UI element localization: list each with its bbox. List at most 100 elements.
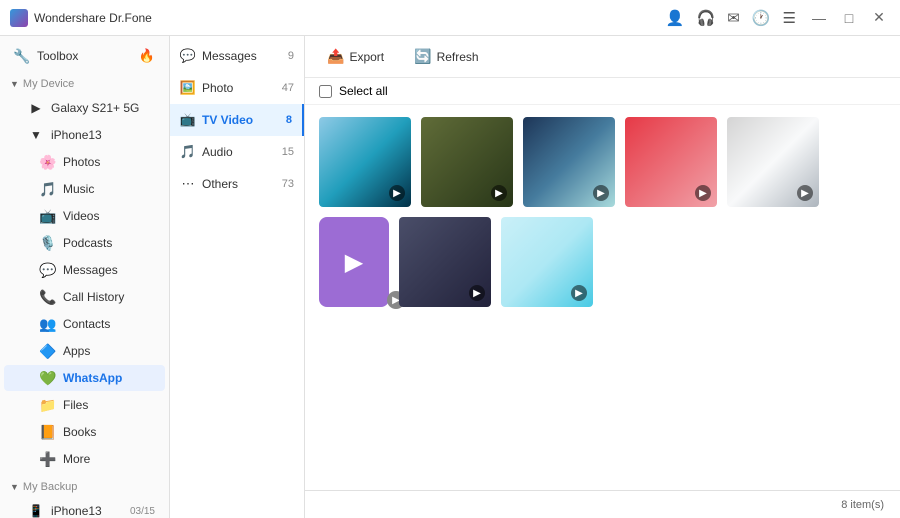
mid-count-photo: 47 [282,82,294,94]
sidebar-label-call-history: Call History [63,290,124,304]
sidebar-item-books[interactable]: 📙 Books [4,419,165,445]
mid-panel: 💬 Messages 9 🖼️ Photo 47 📺 TV Video 8 🎵 … [170,36,305,518]
sidebar-label-videos: Videos [63,209,99,223]
sidebar-item-galaxy[interactable]: ▶ Galaxy S21+ 5G [4,95,165,121]
history-icon[interactable]: 🕐 [752,9,771,27]
sidebar-section-my-device[interactable]: ▼ My Device [0,70,169,94]
video-thumb-8[interactable]: ▶ [501,217,593,307]
minimize-button[interactable]: — [808,7,830,29]
mid-count-messages: 9 [288,50,294,62]
sidebar-item-call-history[interactable]: 📞 Call History [4,284,165,310]
select-all-checkbox[interactable] [319,85,332,98]
mid-item-photo[interactable]: 🖼️ Photo 47 [170,72,304,104]
books-icon: 📙 [40,424,56,440]
apps-icon: 🔷 [40,343,56,359]
sidebar-item-files[interactable]: 📁 Files [4,392,165,418]
export-button[interactable]: 📤 Export [319,44,392,69]
video-thumb-7[interactable]: ▶ [399,217,491,307]
sidebar-label-files: Files [63,398,88,412]
sidebar-item-contacts[interactable]: 👥 Contacts [4,311,165,337]
sidebar-label-my-device: My Device [23,78,74,90]
sidebar-item-toolbox[interactable]: 🔧 Toolbox 🔥 [4,43,165,69]
contacts-icon: 👥 [40,316,56,332]
mid-item-messages[interactable]: 💬 Messages 9 [170,40,304,72]
play-icon-5: ▶ [797,185,813,201]
mid-count-others: 73 [282,178,294,190]
sidebar-item-music[interactable]: 🎵 Music [4,176,165,202]
sidebar: 🔧 Toolbox 🔥 ▼ My Device ▶ Galaxy S21+ 5G… [0,36,170,518]
sidebar-item-apps[interactable]: 🔷 Apps [4,338,165,364]
backup-arrow-icon: ▼ [10,482,19,492]
window-controls: — □ ✕ [808,7,890,29]
play-icon-8: ▶ [571,285,587,301]
play-icon-4: ▶ [695,185,711,201]
refresh-label: Refresh [437,50,479,64]
video-placeholder[interactable]: ▶ [319,217,389,307]
play-icon-3: ▶ [593,185,609,201]
sidebar-item-whatsapp[interactable]: 💚 WhatsApp [4,365,165,391]
main-layout: 🔧 Toolbox 🔥 ▼ My Device ▶ Galaxy S21+ 5G… [0,36,900,518]
sidebar-label-my-backup: My Backup [23,481,77,493]
app-logo [10,9,28,27]
flame-icon: 🔥 [139,48,155,64]
video-thumb-2[interactable]: ▶ [421,117,513,207]
toolbox-icon: 🔧 [14,48,30,64]
sidebar-item-photos[interactable]: 🌸 Photos [4,149,165,175]
sidebar-label-toolbox: Toolbox [37,49,78,63]
video-grid: ▶ ▶ ▶ ▶ ▶ ▶ ▶ ▶ [305,105,900,490]
refresh-button[interactable]: 🔄 Refresh [406,44,486,69]
videos-icon: 📺 [40,208,56,224]
mid-others-icon: ⋯ [180,176,196,192]
sidebar-label-music: Music [63,182,94,196]
sidebar-item-iphone13[interactable]: ▼ iPhone13 [4,122,165,148]
mid-label-others: Others [202,177,238,191]
video-thumb-5[interactable]: ▶ [727,117,819,207]
iphone13-backup-icon: 📱 [28,503,44,518]
close-button[interactable]: ✕ [868,7,890,29]
mid-count-tv-video: 8 [286,114,292,126]
sidebar-label-whatsapp: WhatsApp [63,371,122,385]
galaxy-icon: ▶ [28,100,44,116]
sidebar-item-messages[interactable]: 💬 Messages [4,257,165,283]
sidebar-section-my-backup[interactable]: ▼ My Backup [0,473,169,497]
profile-icon[interactable]: 👤 [666,9,685,27]
sidebar-item-videos[interactable]: 📺 Videos [4,203,165,229]
export-label: Export [349,50,384,64]
play-icon-1: ▶ [389,185,405,201]
sidebar-label-messages: Messages [63,263,118,277]
refresh-icon: 🔄 [414,48,431,65]
mid-label-photo: Photo [202,81,233,95]
video-thumb-1[interactable]: ▶ [319,117,411,207]
mid-label-tv-video: TV Video [202,113,253,127]
select-all-label: Select all [339,84,388,98]
export-icon: 📤 [327,48,344,65]
headset-icon[interactable]: 🎧 [697,9,716,27]
mid-item-tv-video[interactable]: 📺 TV Video 8 [170,104,304,136]
sidebar-label-books: Books [63,425,96,439]
sidebar-item-podcasts[interactable]: 🎙️ Podcasts [4,230,165,256]
play-icon-2: ▶ [491,185,507,201]
email-icon[interactable]: ✉ [727,9,740,27]
sidebar-label-iphone13-backup: iPhone13 [51,504,102,518]
mid-audio-icon: 🎵 [180,144,196,160]
call-history-icon: 📞 [40,289,56,305]
mid-item-others[interactable]: ⋯ Others 73 [170,168,304,200]
video-thumb-4[interactable]: ▶ [625,117,717,207]
mid-photo-icon: 🖼️ [180,80,196,96]
sidebar-label-apps: Apps [63,344,90,358]
video-thumb-3[interactable]: ▶ [523,117,615,207]
arrow-icon: ▼ [10,79,19,89]
sidebar-item-iphone13-backup[interactable]: 📱 iPhone13 03/15 [4,498,165,518]
app-title: Wondershare Dr.Fone [34,11,666,25]
sidebar-label-photos: Photos [63,155,100,169]
menu-icon[interactable]: ☰ [783,9,796,27]
mid-label-messages: Messages [202,49,257,63]
mid-item-audio[interactable]: 🎵 Audio 15 [170,136,304,168]
select-all-row: Select all [305,78,900,105]
files-icon: 📁 [40,397,56,413]
play-icon-7: ▶ [469,285,485,301]
sidebar-item-more[interactable]: ➕ More [4,446,165,472]
mid-messages-icon: 💬 [180,48,196,64]
maximize-button[interactable]: □ [838,7,860,29]
sidebar-label-galaxy: Galaxy S21+ 5G [51,101,139,115]
